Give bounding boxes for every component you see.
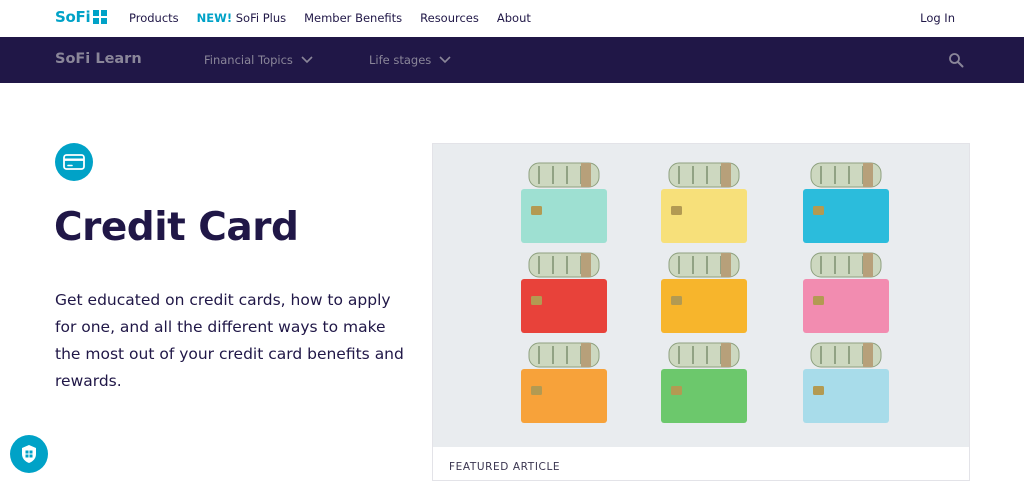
featured-article-image xyxy=(433,144,969,447)
learn-title[interactable]: SoFi Learn xyxy=(55,51,142,67)
cash-band xyxy=(863,163,873,187)
credit-card-shape xyxy=(661,189,747,243)
card-chip xyxy=(671,206,682,215)
card-with-cash xyxy=(521,342,607,423)
card-chip xyxy=(813,296,824,305)
learn-bar: SoFi Learn Financial Topics Life stages xyxy=(0,37,1024,83)
support-badge[interactable] xyxy=(10,435,48,473)
logo-mark-icon xyxy=(93,9,108,25)
nav-products[interactable]: Products xyxy=(129,11,179,25)
card-with-cash xyxy=(661,162,747,243)
chevron-down-icon xyxy=(301,56,313,64)
sofi-logo[interactable]: SoFi xyxy=(55,8,108,26)
nav-sofi-plus-label: SoFi Plus xyxy=(235,11,287,25)
search-icon[interactable] xyxy=(948,52,964,68)
card-with-cash xyxy=(661,342,747,423)
credit-card-shape xyxy=(521,279,607,333)
financial-topics-menu[interactable]: Financial Topics xyxy=(204,53,313,67)
card-chip xyxy=(531,206,542,215)
card-chip xyxy=(813,386,824,395)
top-navigation: SoFi Products NEW! SoFi Plus Member Bene… xyxy=(0,0,1024,37)
nav-sofi-plus[interactable]: NEW! SoFi Plus xyxy=(197,11,286,25)
card-with-cash xyxy=(661,252,747,333)
cash-band xyxy=(581,163,591,187)
card-with-cash xyxy=(521,162,607,243)
credit-card-shape xyxy=(661,369,747,423)
cash-band xyxy=(863,343,873,367)
page-title: Credit Card xyxy=(54,205,299,250)
login-link[interactable]: Log In xyxy=(920,11,955,25)
card-chip xyxy=(531,296,542,305)
card-chip xyxy=(671,386,682,395)
credit-card-shape xyxy=(521,189,607,243)
page-description: Get educated on credit cards, how to app… xyxy=(55,291,404,390)
cash-band xyxy=(721,163,731,187)
cash-band xyxy=(863,253,873,277)
featured-article-label: FEATURED ARTICLE xyxy=(449,461,561,473)
cash-band xyxy=(721,253,731,277)
credit-cards-cash-illustration xyxy=(521,162,889,423)
primary-menu: Products NEW! SoFi Plus Member Benefits … xyxy=(129,11,549,25)
cash-band xyxy=(581,343,591,367)
nav-member-benefits[interactable]: Member Benefits xyxy=(304,11,402,25)
shield-icon xyxy=(22,445,36,463)
card-with-cash xyxy=(803,342,889,423)
card-with-cash xyxy=(521,252,607,333)
card-chip xyxy=(531,386,542,395)
credit-card-icon xyxy=(55,143,93,181)
financial-topics-label: Financial Topics xyxy=(204,53,293,67)
nav-about[interactable]: About xyxy=(497,11,531,25)
chevron-down-icon xyxy=(439,56,451,64)
cash-band xyxy=(721,343,731,367)
card-with-cash xyxy=(803,252,889,333)
credit-card-shape xyxy=(803,369,889,423)
credit-card-shape xyxy=(661,279,747,333)
card-chip xyxy=(813,206,824,215)
card-chip xyxy=(671,296,682,305)
credit-card-shape xyxy=(803,279,889,333)
credit-card-shape xyxy=(521,369,607,423)
new-badge: NEW! xyxy=(196,11,233,25)
card-with-cash xyxy=(803,162,889,243)
credit-card-shape xyxy=(803,189,889,243)
cash-band xyxy=(581,253,591,277)
life-stages-menu[interactable]: Life stages xyxy=(369,53,451,67)
logo-text: SoFi xyxy=(55,8,91,26)
featured-article-card[interactable]: FEATURED ARTICLE xyxy=(432,143,970,481)
life-stages-label: Life stages xyxy=(369,53,432,67)
nav-resources[interactable]: Resources xyxy=(420,11,479,25)
